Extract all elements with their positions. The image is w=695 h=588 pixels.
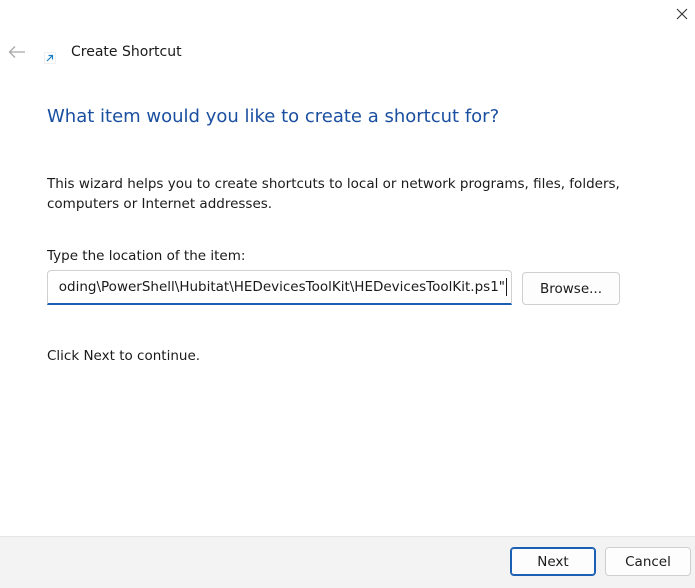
create-shortcut-dialog: Create Shortcut What item would you like… (0, 0, 695, 588)
location-label: Type the location of the item: (47, 248, 246, 264)
back-button[interactable] (4, 40, 30, 64)
cancel-button[interactable]: Cancel (605, 547, 691, 576)
next-button[interactable]: Next (510, 547, 596, 576)
page-heading: What item would you like to create a sho… (47, 106, 500, 127)
location-value: oding\PowerShell\Hubitat\HEDevicesToolKi… (58, 279, 505, 295)
dialog-title: Create Shortcut (71, 44, 182, 60)
continue-instruction: Click Next to continue. (47, 348, 201, 364)
wizard-description: This wizard helps you to create shortcut… (47, 176, 620, 212)
location-input[interactable]: oding\PowerShell\Hubitat\HEDevicesToolKi… (47, 270, 512, 305)
close-button[interactable] (670, 2, 694, 26)
text-caret (506, 278, 507, 296)
browse-button[interactable]: Browse... (522, 272, 620, 305)
back-arrow-icon (8, 46, 25, 58)
shortcut-icon (44, 52, 56, 64)
close-icon (676, 8, 688, 20)
